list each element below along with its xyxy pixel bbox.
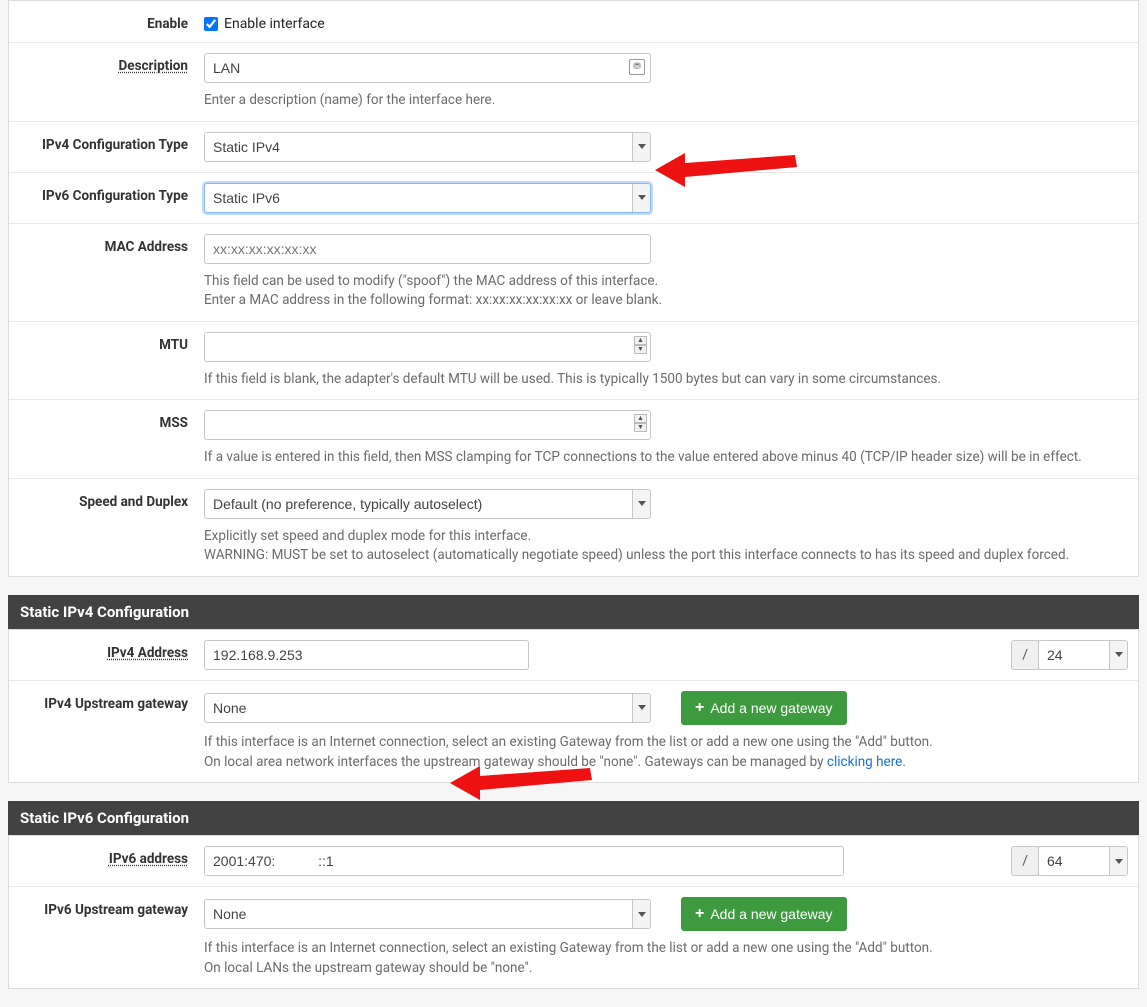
- label-mtu: MTU: [19, 332, 204, 390]
- row-mtu: MTU ▲▼ If this field is blank, the adapt…: [9, 322, 1138, 401]
- ipv4-address-input[interactable]: [204, 640, 529, 670]
- add-ipv6-gateway-button[interactable]: + Add a new gateway: [681, 897, 847, 931]
- stepper-icon[interactable]: ▲▼: [634, 336, 647, 354]
- ipv6-gateway-select[interactable]: None: [204, 899, 651, 929]
- mac-input[interactable]: [204, 234, 651, 264]
- ipv4-gateway-select[interactable]: None: [204, 693, 651, 723]
- ipv6-prefix-select[interactable]: 64: [1038, 846, 1128, 876]
- label-ipv4gw: IPv4 Upstream gateway: [19, 691, 204, 772]
- add-gateway-label: Add a new gateway: [710, 906, 832, 922]
- help-mss: If a value is entered in this field, the…: [204, 448, 1128, 468]
- row-ipv4type: IPv4 Configuration Type Static IPv4: [9, 122, 1138, 173]
- label-description: Description: [19, 53, 204, 111]
- ipv4-section-header: Static IPv4 Configuration: [8, 595, 1139, 629]
- plus-icon: +: [695, 906, 704, 922]
- row-ipv6type: IPv6 Configuration Type Static IPv6: [9, 173, 1138, 224]
- add-gateway-label: Add a new gateway: [710, 700, 832, 716]
- speed-select[interactable]: Default (no preference, typically autose…: [204, 489, 651, 519]
- ipv6-panel: IPv6 address / 64 IPv6 Upstream gateway …: [8, 835, 1139, 989]
- label-mss: MSS: [19, 410, 204, 468]
- enable-checkbox-label[interactable]: Enable interface: [204, 11, 1128, 32]
- stepper-icon[interactable]: ▲▼: [634, 414, 647, 432]
- row-ipv6addr: IPv6 address / 64: [9, 836, 1138, 887]
- description-input[interactable]: [204, 53, 651, 83]
- label-enable: Enable: [19, 11, 204, 32]
- help-speed: Explicitly set speed and duplex mode for…: [204, 527, 1128, 566]
- label-ipv4addr: IPv4 Address: [19, 640, 204, 670]
- help-description: Enter a description (name) for the inter…: [204, 91, 1128, 111]
- mtu-input[interactable]: [204, 332, 651, 362]
- enable-checkbox-text: Enable interface: [224, 16, 325, 32]
- gateway-manage-link[interactable]: clicking here: [827, 754, 902, 770]
- row-speed: Speed and Duplex Default (no preference,…: [9, 479, 1138, 576]
- slash-label: /: [1011, 846, 1039, 876]
- slash-label: /: [1011, 640, 1039, 670]
- mss-input[interactable]: [204, 410, 651, 440]
- general-panel: Enable Enable interface Description ⛃ En…: [8, 0, 1139, 577]
- ipv4-prefix-select[interactable]: 24: [1038, 640, 1128, 670]
- label-mac: MAC Address: [19, 234, 204, 311]
- help-ipv6gw: If this interface is an Internet connect…: [204, 939, 1128, 978]
- row-enable: Enable Enable interface: [9, 1, 1138, 43]
- label-speed: Speed and Duplex: [19, 489, 204, 566]
- ipv6-address-input[interactable]: [204, 846, 844, 876]
- row-description: Description ⛃ Enter a description (name)…: [9, 43, 1138, 122]
- save-icon: ⛃: [629, 59, 645, 75]
- enable-checkbox[interactable]: [204, 17, 218, 31]
- annotation-arrow-ipv6type: [655, 145, 805, 195]
- label-ipv4type: IPv4 Configuration Type: [19, 132, 204, 162]
- ipv4type-select[interactable]: Static IPv4: [204, 132, 651, 162]
- row-ipv6gw: IPv6 Upstream gateway None + Add a new g…: [9, 887, 1138, 988]
- plus-icon: +: [695, 700, 704, 716]
- help-mac: This field can be used to modify ("spoof…: [204, 272, 1128, 311]
- add-ipv4-gateway-button[interactable]: + Add a new gateway: [681, 691, 847, 725]
- row-ipv4addr: IPv4 Address / 24: [9, 630, 1138, 681]
- annotation-arrow-ipv6addr: [450, 758, 600, 808]
- ipv6type-select[interactable]: Static IPv6: [204, 183, 651, 213]
- label-ipv6addr: IPv6 address: [19, 846, 204, 876]
- label-ipv6gw: IPv6 Upstream gateway: [19, 897, 204, 978]
- row-mss: MSS ▲▼ If a value is entered in this fie…: [9, 400, 1138, 479]
- help-ipv4gw: If this interface is an Internet connect…: [204, 733, 1128, 772]
- help-mtu: If this field is blank, the adapter's de…: [204, 370, 1128, 390]
- label-ipv6type: IPv6 Configuration Type: [19, 183, 204, 213]
- row-mac: MAC Address This field can be used to mo…: [9, 224, 1138, 322]
